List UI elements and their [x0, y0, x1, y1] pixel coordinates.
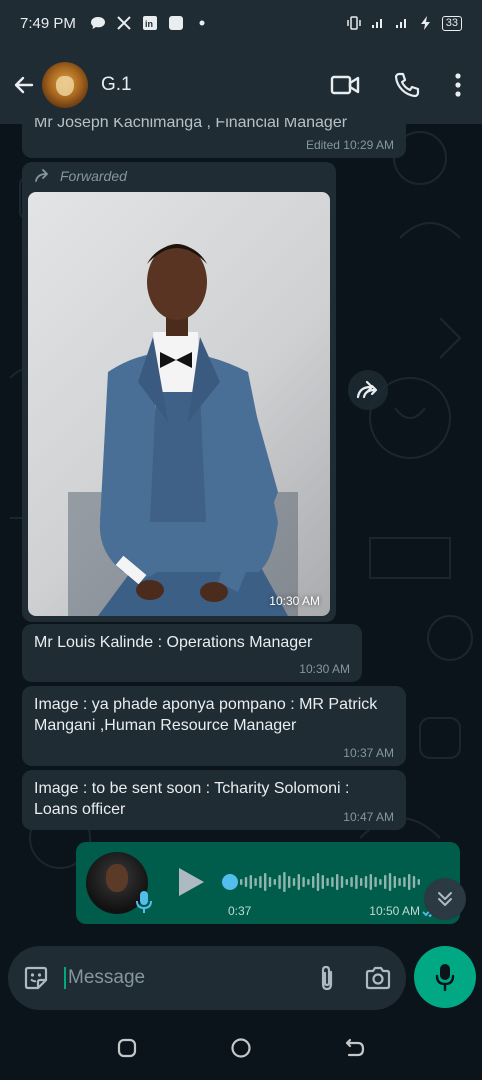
forward-button[interactable]	[348, 370, 388, 410]
paperclip-icon[interactable]	[318, 964, 336, 992]
waveform-bar	[374, 877, 377, 887]
phone-icon[interactable]	[394, 72, 420, 98]
photo-message[interactable]: Forwarded 10:30 AM	[22, 162, 336, 622]
status-bar: 7:49 PM in 33	[0, 0, 482, 46]
play-icon[interactable]	[176, 866, 206, 898]
status-time: 7:49 PM	[20, 14, 76, 32]
waveform-bar	[288, 876, 291, 888]
svg-text:in: in	[145, 19, 153, 29]
back-nav-icon[interactable]	[344, 1037, 366, 1059]
waveform-bar	[278, 875, 281, 889]
camera-icon[interactable]	[364, 966, 392, 990]
waveform-bar	[292, 878, 296, 886]
waveform-bar	[393, 876, 396, 888]
more-vertical-icon[interactable]	[454, 72, 462, 98]
audio-waveform[interactable]	[222, 868, 422, 896]
message-time: 10:47 AM	[343, 810, 394, 824]
x-logo-icon	[117, 16, 131, 30]
message-composer	[8, 946, 406, 1010]
chevron-double-down-icon	[438, 892, 452, 906]
signal-2-icon	[395, 19, 406, 28]
voice-duration: 0:37	[228, 904, 252, 918]
waveform-bar	[273, 879, 276, 885]
waveform-bar	[379, 879, 382, 885]
waveform-bar	[340, 876, 344, 888]
waveform-bar	[244, 877, 248, 887]
video-camera-icon[interactable]	[330, 74, 360, 96]
header-actions	[330, 72, 470, 98]
battery-level: 33	[441, 15, 462, 31]
waveform-bar	[297, 874, 300, 890]
message-bubble-partial[interactable]: Mr Joseph Kachimanga , Financial Manager…	[22, 118, 406, 158]
waveform-bar	[398, 878, 401, 886]
record-voice-button[interactable]	[414, 946, 476, 1008]
app-square-icon	[168, 16, 183, 30]
waveform-bar	[355, 875, 358, 889]
microphone-icon	[136, 891, 152, 913]
message-meta: Edited 10:29 AM	[305, 138, 394, 152]
waveform-bar	[259, 876, 262, 888]
forwarded-text: Forwarded	[60, 168, 127, 184]
message-text: Image : ya phade aponya pompano : MR Pat…	[34, 696, 378, 734]
waveform-bar	[316, 873, 320, 891]
sticker-emoji-icon[interactable]	[22, 964, 50, 992]
contact-avatar[interactable]	[42, 62, 88, 108]
message-text: Mr Joseph Kachimanga , Financial Manager	[34, 118, 348, 131]
scroll-to-bottom-button[interactable]	[424, 878, 466, 920]
message-bubble[interactable]: Image : ya phade aponya pompano : MR Pat…	[22, 686, 406, 766]
waveform-bar	[283, 872, 286, 892]
recents-icon[interactable]	[116, 1037, 138, 1059]
charging-icon	[420, 16, 430, 30]
waveform-bar	[403, 877, 406, 887]
waveform-bar	[268, 877, 272, 887]
waveform-bar	[264, 873, 267, 891]
message-time: 10:30 AM	[299, 662, 350, 676]
signal-icon	[371, 19, 382, 28]
waveform-bar	[307, 879, 310, 885]
forwarded-label: Forwarded	[34, 168, 127, 184]
waveform-bar	[240, 879, 243, 885]
message-input[interactable]	[64, 967, 294, 989]
waveform-bar	[326, 878, 329, 886]
microphone-icon	[435, 964, 455, 991]
waveform-bar	[345, 879, 348, 885]
chat-header: G.1	[0, 46, 482, 124]
chat-bubble-icon	[90, 17, 105, 29]
home-icon[interactable]	[230, 1037, 252, 1059]
message-bubble[interactable]: Mr Louis Kalinde : Operations Manager 10…	[22, 624, 362, 682]
contact-name[interactable]: G.1	[101, 74, 132, 96]
vibrate-icon	[347, 16, 361, 30]
system-icons: 33	[346, 15, 462, 31]
waveform-bar	[412, 876, 416, 888]
waveform-bar	[321, 875, 324, 889]
waveform-bar	[249, 875, 252, 889]
dot-icon	[199, 20, 205, 26]
waveform-bar	[331, 877, 334, 887]
waveform-bar	[254, 878, 257, 886]
waveform-bar	[388, 873, 392, 891]
photo-image[interactable]: 10:30 AM	[28, 192, 330, 616]
linkedin-icon: in	[142, 16, 157, 30]
waveform-bar	[312, 876, 315, 888]
share-forward-icon	[356, 380, 378, 399]
waveform-bar	[360, 878, 363, 886]
waveform-bar	[369, 874, 372, 890]
forwarded-icon	[35, 169, 48, 182]
waveform-bar	[408, 874, 411, 890]
arrow-left-icon[interactable]	[12, 73, 36, 97]
waveform-bar	[302, 877, 305, 887]
waveform-bar	[350, 877, 353, 887]
photo-time: 10:30 AM	[269, 594, 320, 608]
waveform-bar	[336, 874, 339, 890]
waveform-bar	[417, 879, 420, 885]
voice-time: 10:50 AM	[369, 904, 420, 918]
message-time: 10:37 AM	[343, 746, 394, 760]
message-text: Mr Louis Kalinde : Operations Manager	[34, 634, 313, 651]
message-bubble[interactable]: Image : to be sent soon : Tcharity Solom…	[22, 770, 406, 830]
waveform-bar	[384, 875, 387, 889]
notification-icons: in	[90, 16, 210, 30]
voice-message[interactable]: 0:37 10:50 AM	[76, 842, 460, 924]
waveform-bar	[364, 876, 368, 888]
system-navigation-bar	[0, 1016, 482, 1080]
